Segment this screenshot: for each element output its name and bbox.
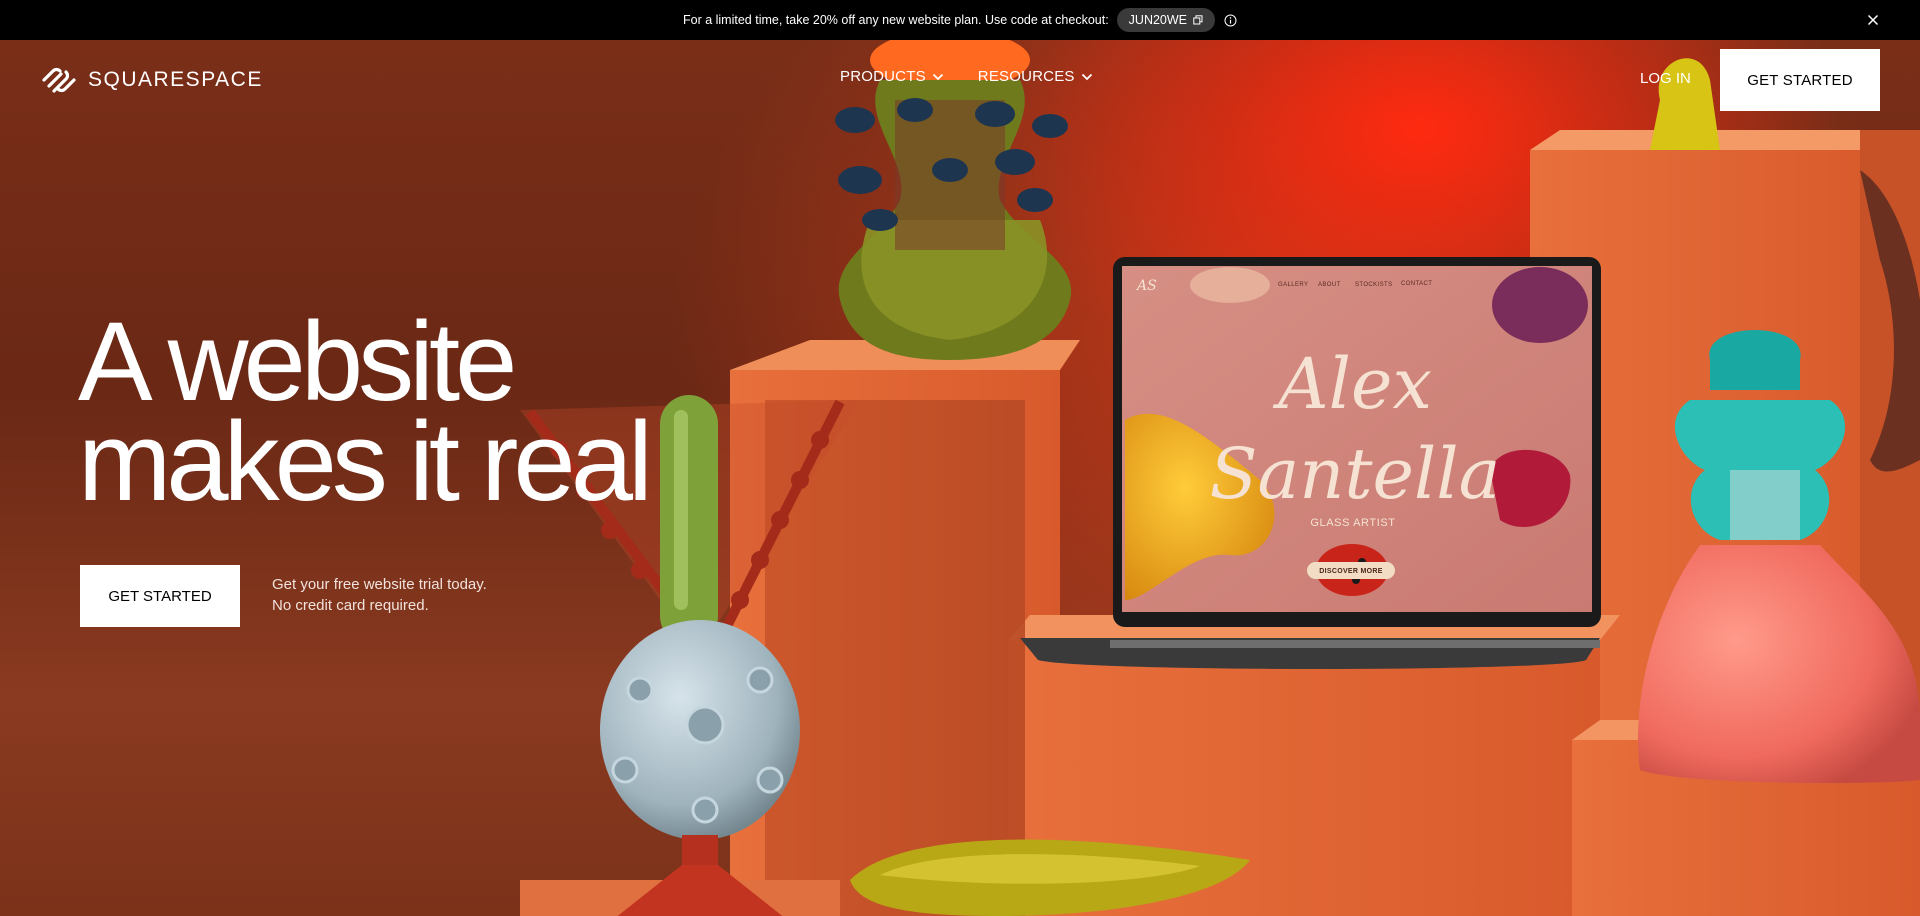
promo-code-button[interactable]: JUN20WE <box>1116 8 1216 32</box>
screen-name-line1: Alex <box>1272 343 1432 425</box>
chevron-down-icon <box>932 73 943 80</box>
hero-subtext: Get your free website trial today. No cr… <box>272 574 487 616</box>
promo-code-label: JUN20WE <box>1128 13 1188 27</box>
promo-text: For a limited time, take 20% off any new… <box>682 13 1109 27</box>
hero-headline: A website makes it real <box>78 299 653 524</box>
nav-products-label: PRODUCTS <box>840 68 926 85</box>
screen-nav-about: ABOUT <box>1318 282 1341 288</box>
screen-nav-contact: CONTACT <box>1401 281 1432 287</box>
laptop-illustration: AS GALLERY ABOUT STOCKISTS CONTACT Alex … <box>1020 257 1601 669</box>
hero-headline-line1: A website <box>78 299 517 424</box>
hero-subtext-line1: Get your free website trial today. <box>272 576 487 593</box>
screen-monogram: AS <box>1135 278 1157 294</box>
hero-headline-line2: makes it real <box>78 399 653 524</box>
logo-text: SQUARESPACE <box>88 68 263 91</box>
announcement-bar: For a limited time, take 20% off any new… <box>0 0 1920 40</box>
login-link[interactable]: LOG IN <box>1640 70 1691 87</box>
screen-name-line2: Santella <box>1210 433 1501 515</box>
header-get-started-button[interactable]: GET STARTED <box>1720 49 1880 111</box>
info-icon[interactable] <box>1223 13 1237 27</box>
screen-nav-gallery: GALLERY <box>1278 282 1308 288</box>
hero-get-started-button[interactable]: GET STARTED <box>80 565 240 627</box>
nav-products[interactable]: PRODUCTS <box>840 68 944 85</box>
screen-nav-stockists: STOCKISTS <box>1355 282 1393 288</box>
squarespace-logo-icon <box>42 67 76 93</box>
copy-icon <box>1193 15 1203 25</box>
close-icon[interactable] <box>1866 13 1880 27</box>
screen-button: DISCOVER MORE <box>1319 568 1382 575</box>
logo[interactable]: SQUARESPACE <box>40 64 263 96</box>
nav-resources-label: RESOURCES <box>977 68 1075 85</box>
main-nav: PRODUCTS RESOURCES <box>840 68 1093 85</box>
nav-resources[interactable]: RESOURCES <box>978 68 1093 85</box>
screen-role: GLASS ARTIST <box>1310 517 1395 529</box>
site-header: SQUARESPACE PRODUCTS RESOURCES LOG IN GE… <box>0 40 1920 120</box>
hero-subtext-line2: No credit card required. <box>272 597 429 614</box>
chevron-down-icon <box>1081 73 1092 80</box>
